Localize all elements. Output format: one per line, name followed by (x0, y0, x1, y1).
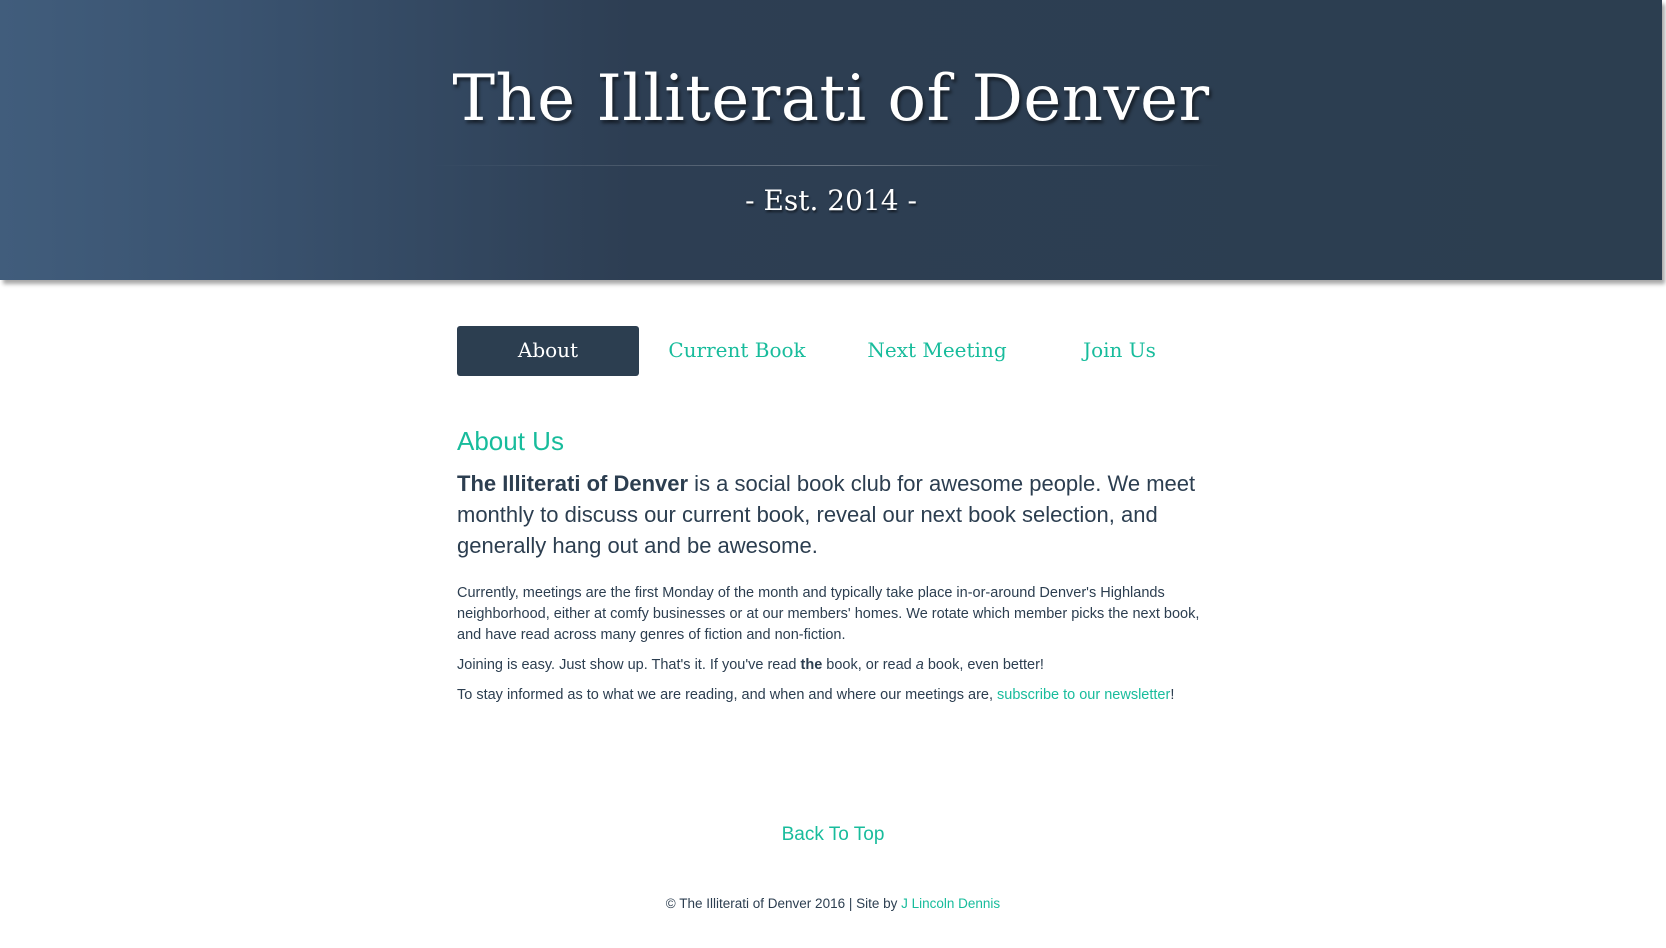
club-name: The Illiterati of Denver (457, 471, 689, 496)
newsletter-paragraph: To stay informed as to what we are readi… (457, 685, 1217, 706)
joining-paragraph: Joining is easy. Just show up. That's it… (457, 655, 1217, 676)
joining-text-2: book, or read (822, 657, 916, 673)
main-nav: About Current Book Next Meeting Join Us (457, 326, 1197, 376)
back-to-top-container: Back To Top (0, 824, 1666, 846)
footer-copyright: © The Illiterati of Denver 2016 | Site b… (665, 896, 902, 911)
back-to-top-link[interactable]: Back To Top (782, 824, 885, 845)
joining-text-1: Joining is easy. Just show up. That's it… (457, 657, 801, 673)
joining-text-3: book, even better! (923, 657, 1044, 673)
about-section: About Us The Illiterati of Denver is a s… (457, 424, 1217, 715)
site-footer: © The Illiterati of Denver 2016 | Site b… (0, 896, 1666, 911)
newsletter-link[interactable]: subscribe to our newsletter (997, 687, 1170, 703)
nav-tab-join-us[interactable]: Join Us (1042, 326, 1197, 376)
author-link[interactable]: J Lincoln Dennis (901, 896, 1000, 911)
newsletter-end: ! (1170, 687, 1175, 703)
nav-tab-next-meeting[interactable]: Next Meeting (842, 326, 1032, 376)
nav-tab-current-book[interactable]: Current Book (642, 326, 832, 376)
title-divider (432, 165, 1222, 166)
newsletter-text: To stay informed as to what we are readi… (457, 687, 998, 703)
site-title: The Illiterati of Denver (452, 62, 1210, 136)
about-heading: About Us (457, 426, 564, 456)
nav-tab-about[interactable]: About (457, 326, 639, 376)
emphasis-a: a (915, 657, 924, 673)
site-header: The Illiterati of Denver - Est. 2014 - (0, 0, 1662, 280)
meetings-paragraph: Currently, meetings are the first Monday… (457, 585, 1200, 643)
emphasis-the: the (800, 657, 823, 673)
established-subtitle: - Est. 2014 - (745, 184, 917, 217)
about-lead: The Illiterati of Denver is a social boo… (457, 468, 1217, 561)
